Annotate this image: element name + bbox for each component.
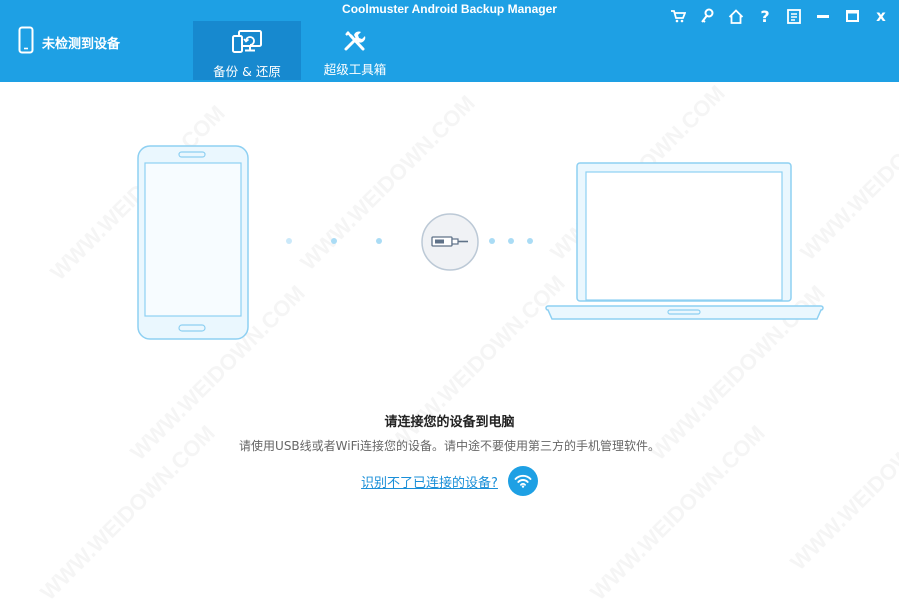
home-icon: [728, 8, 744, 24]
help-icon: ?: [760, 6, 770, 26]
help-row: 识别不了已连接的设备?: [0, 466, 899, 496]
connection-dots-left: [286, 238, 382, 244]
connect-prompt-title: 请连接您的设备到电脑: [384, 415, 515, 430]
toolbox-icon: [301, 29, 409, 57]
feedback-button[interactable]: [782, 6, 806, 26]
tab-toolbox[interactable]: 超级工具箱: [301, 21, 409, 80]
close-icon: x: [876, 7, 886, 25]
connection-illustration: [137, 145, 824, 340]
tab-label: 备份 & 还原: [213, 64, 281, 79]
backup-restore-icon: [193, 29, 301, 59]
tab-label: 超级工具箱: [323, 62, 387, 77]
key-icon: [701, 8, 714, 23]
cart-button[interactable]: [666, 6, 690, 26]
window-controls: ? x: [661, 6, 893, 26]
device-status-label: 未检测到设备: [42, 36, 121, 52]
home-button[interactable]: [724, 6, 748, 26]
laptop-illustration: [545, 162, 824, 320]
minimize-button[interactable]: [811, 6, 835, 26]
connect-prompt-subtitle: 请使用USB线或者WiFi连接您的设备。请中途不要使用第三方的手机管理软件。: [239, 439, 660, 453]
register-button[interactable]: [695, 6, 719, 26]
phone-illustration: [137, 145, 249, 340]
feedback-icon: [787, 8, 801, 24]
wifi-connect-button[interactable]: [507, 466, 538, 496]
wifi-icon: [514, 474, 532, 488]
phone-icon: [18, 26, 34, 58]
maximize-icon: [845, 10, 859, 22]
help-button[interactable]: ?: [753, 6, 777, 26]
title-bar: Coolmuster Android Backup Manager 未检测到设备…: [0, 0, 899, 82]
connection-dots-right: [489, 238, 533, 244]
device-not-recognized-link[interactable]: 识别不了已连接的设备?: [361, 472, 498, 491]
tab-backup-restore[interactable]: 备份 & 还原: [193, 21, 301, 80]
close-button[interactable]: x: [869, 6, 893, 26]
usb-cable-icon: [421, 213, 479, 271]
maximize-button[interactable]: [840, 6, 864, 26]
minimize-icon: [817, 15, 829, 18]
cart-icon: [671, 10, 686, 23]
device-status: 未检测到设备: [18, 26, 121, 58]
